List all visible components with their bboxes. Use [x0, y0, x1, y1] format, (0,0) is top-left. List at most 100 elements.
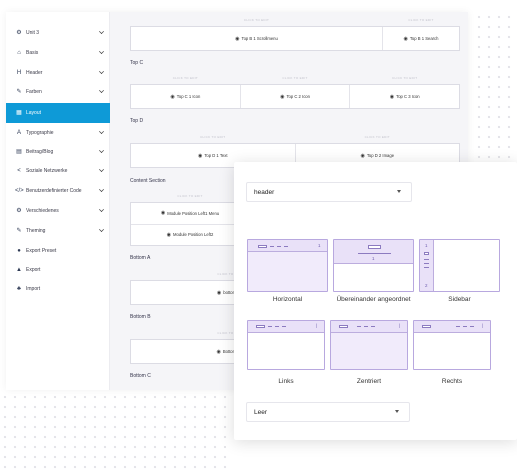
sidebar-item[interactable]: ▲ Export [6, 260, 110, 280]
sidebar-item[interactable]: ✎ Theming [6, 221, 110, 241]
module-cell[interactable]: CLICK TO EDIT ◉ Top C 1 Icon [131, 76, 241, 108]
eye-icon: ◉ [235, 35, 240, 42]
sidebar-item[interactable]: < Soziale Netzwerke [6, 161, 110, 181]
code-icon: </> [15, 188, 24, 194]
chevron-down-icon [99, 69, 104, 74]
blog-icon: ▤ [16, 149, 22, 155]
chevron-down-icon [99, 187, 104, 192]
section-top-c: CLICK TO EDIT ◉ Top C 1 Icon CLICK TO EDIT… [130, 76, 460, 109]
sidebar-item[interactable]: ▦ Layout [6, 103, 110, 123]
export-icon: ▲ [16, 267, 22, 273]
module-cell[interactable]: CLICK TO EDIT ◉ Top C 2 Icon [241, 76, 351, 108]
eye-icon: ◉ [360, 152, 365, 159]
alignment-option-label: Zentriert [356, 378, 382, 385]
module-label: Top B 1 Scrollmenu [241, 36, 278, 41]
sidebar-item[interactable]: ⌂ Basis [6, 43, 110, 63]
section-label: Top C [130, 60, 144, 66]
dot-pattern-top-right [474, 12, 517, 162]
edit-hint: CLICK TO EDIT [392, 76, 418, 80]
sidebar-item-label: Benutzerdefinierter Code [26, 188, 82, 194]
sidebar-item-label: Farben [26, 89, 42, 95]
sidebar-item-label: Basis [26, 50, 39, 56]
edit-hint: CLICK TO EDIT [243, 18, 270, 22]
sidebar-item-label: Verschiedenes [26, 208, 59, 214]
header-icon: H [16, 70, 22, 76]
sidebar-item-label: Beitrag/Blog [26, 149, 54, 155]
sidebar: ⚙ Unit 3 ⌂ Basis H Header ✎ Farben ▦ Layout A Typog… [6, 12, 110, 390]
edit-hint: CLICK TO EDIT [177, 194, 203, 198]
edit-hint: CLICK TO EDIT [364, 135, 390, 139]
module-label: Top C 1 Icon [176, 94, 201, 99]
section-label: Top D [130, 118, 144, 124]
section-label: Bottom A [130, 255, 151, 261]
chevron-down-icon [99, 148, 104, 153]
sidebar-item-label: Export Preset [26, 248, 57, 254]
sidebar-item[interactable]: ✎ Farben [6, 82, 110, 102]
edit-hint: CLICK TO EDIT [408, 18, 434, 22]
eye-icon: ◉ [170, 93, 175, 100]
layout-option-stacked[interactable]: 1 [333, 239, 414, 292]
layout-option-sidebar[interactable]: 1 2 [419, 239, 500, 292]
edit-hint: CLICK TO EDIT [282, 76, 308, 80]
alignment-option-left[interactable]: | [247, 320, 325, 370]
module-cell[interactable]: CLICK TO EDIT ◉ Top B 1 Scrollmenu [131, 18, 383, 50]
sidebar-item[interactable]: H Header [6, 63, 110, 83]
sidebar-item[interactable]: ⚙ Verschiedenes [6, 201, 110, 221]
sidebar-item-label: Unit 3 [26, 30, 40, 36]
eye-icon: ◉ [160, 210, 166, 217]
dropdown-value: header [254, 188, 275, 196]
alignment-option-right[interactable]: | [413, 320, 491, 370]
sidebar-item-label: Theming [26, 228, 46, 234]
import-icon: ♣ [17, 286, 21, 292]
edit-hint: CLICK TO EDIT [172, 76, 198, 80]
module-dropdown[interactable]: Leer [246, 402, 410, 422]
alignment-option-center[interactable]: | [330, 320, 408, 370]
eye-icon: ◉ [166, 231, 172, 238]
caret-down-icon [397, 190, 401, 193]
eye-icon: ◉ [403, 35, 408, 42]
module-cell[interactable]: CLICK TO EDIT ◉ Module Position Left1 Menu [131, 194, 249, 225]
section-label: Content Section [130, 178, 166, 184]
position-dropdown[interactable]: header [246, 182, 412, 202]
sidebar-item-label: Layout [26, 110, 42, 116]
chevron-down-icon [99, 207, 104, 212]
layout-option-label: Übereinander angeordnet [336, 296, 411, 303]
chevron-down-icon [99, 88, 104, 93]
edit-hint: CLICK TO EDIT [200, 135, 226, 139]
sidebar-item-label: Header [26, 70, 43, 76]
module-label: Top B 1 Search [409, 36, 439, 41]
sidebar-item[interactable]: ● Export Preset [6, 241, 110, 261]
module-cell[interactable]: CLICK TO EDIT ◉ Top B 1 Search [383, 18, 459, 50]
module-cell[interactable]: CLICK TO EDIT ◉ Top C 3 Icon [350, 76, 459, 108]
section-label: Bottom C [130, 373, 151, 379]
chevron-down-icon [99, 129, 104, 134]
sidebar-item[interactable]: </> Benutzerdefinierter Code [6, 181, 110, 201]
module-cell[interactable]: ◉ Module Position Left2 [131, 225, 249, 246]
sidebar-item[interactable]: ▤ Beitrag/Blog [6, 142, 110, 162]
sidebar-item-label: Import [26, 286, 41, 292]
alignment-option-label: Links [278, 378, 294, 385]
sidebar-item-label: Soziale Netzwerke [26, 168, 68, 174]
module-label: Module Position Left1 Menu [167, 210, 220, 216]
module-label: Top C 3 Icon [396, 94, 420, 99]
gears-icon: ⚙ [16, 30, 22, 36]
home-icon: ⌂ [17, 50, 21, 56]
eye-icon: ◉ [280, 93, 285, 100]
alignment-option-label: Rechts [441, 378, 463, 385]
eye-icon: ◉ [389, 93, 395, 100]
share-icon: < [17, 168, 21, 174]
sidebar-item[interactable]: A Typographie [6, 123, 110, 143]
typography-icon: A [16, 130, 21, 136]
dropdown-value: Leer [254, 408, 268, 416]
sidebar-item[interactable]: ♣ Import [6, 279, 110, 299]
layout-settings-panel: header 1 Horizontal 1 Übereinander angeo… [234, 162, 517, 440]
layout-option-horizontal[interactable]: 1 [247, 239, 328, 292]
sidebar-item[interactable]: ⚙ Unit 3 [6, 23, 110, 43]
module-label: Module Position Left2 [173, 232, 214, 238]
section-top-b: CLICK TO EDIT ◉ Top B 1 Scrollmenu CLICK… [130, 18, 460, 51]
module-label: Top D 2 Image [366, 153, 395, 158]
section-content: CLICK TO EDIT ◉ Module Position Left1 Menu… [130, 194, 250, 246]
chevron-down-icon [99, 167, 104, 172]
module-label: Top D 1 Text [204, 153, 228, 158]
chevron-down-icon [99, 227, 104, 232]
